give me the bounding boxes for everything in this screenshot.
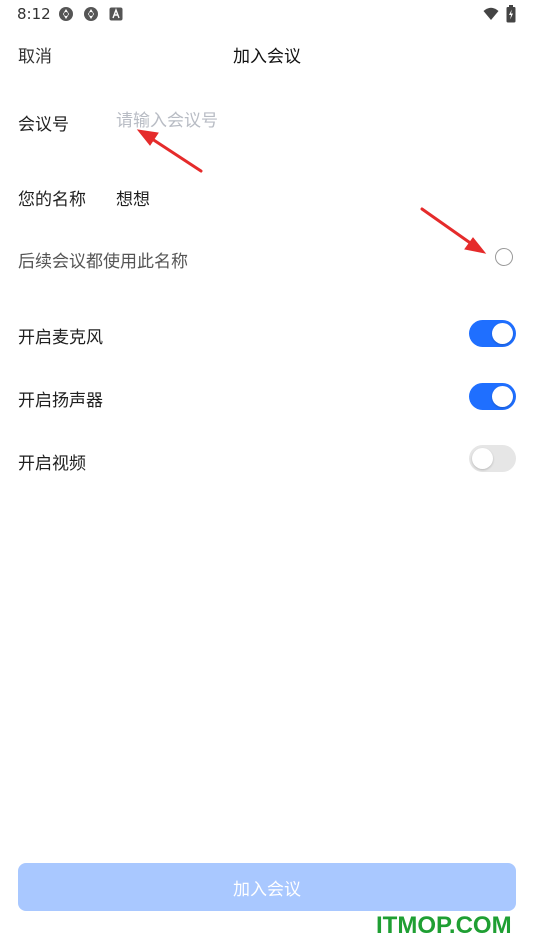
- page-title: 加入会议: [233, 47, 301, 67]
- header: 取消 加入会议: [0, 28, 534, 76]
- microphone-label: 开启麦克风: [18, 328, 103, 348]
- toggle-knob: [472, 448, 493, 469]
- microphone-toggle[interactable]: [469, 320, 516, 347]
- status-bar: 8:12: [0, 0, 534, 28]
- annotation-arrow-remember-radio: [420, 207, 487, 254]
- remember-name-label: 后续会议都使用此名称: [18, 252, 188, 272]
- video-label: 开启视频: [18, 454, 86, 474]
- your-name-value[interactable]: 想想: [116, 185, 150, 210]
- toggle-knob: [492, 323, 513, 344]
- video-toggle[interactable]: [469, 445, 516, 472]
- app-notification-icon: [83, 6, 99, 22]
- meeting-id-label: 会议号: [18, 115, 69, 135]
- join-meeting-button[interactable]: 加入会议: [18, 863, 516, 911]
- toggle-knob: [492, 386, 513, 407]
- speaker-label: 开启扬声器: [18, 391, 103, 411]
- annotation-arrow-meeting-input: [136, 129, 203, 173]
- battery-icon: [506, 5, 516, 23]
- wifi-icon: [483, 6, 499, 22]
- status-time: 8:12: [17, 5, 51, 23]
- a-notification-icon: [109, 7, 123, 21]
- app-notification-icon: [58, 6, 74, 22]
- your-name-label: 您的名称: [18, 190, 86, 210]
- annotation-arrows: [136, 129, 487, 254]
- meeting-id-input[interactable]: [116, 108, 496, 134]
- watermark: ITMOP.COM: [376, 912, 512, 939]
- remember-name-radio[interactable]: [495, 248, 513, 266]
- speaker-toggle[interactable]: [469, 383, 516, 410]
